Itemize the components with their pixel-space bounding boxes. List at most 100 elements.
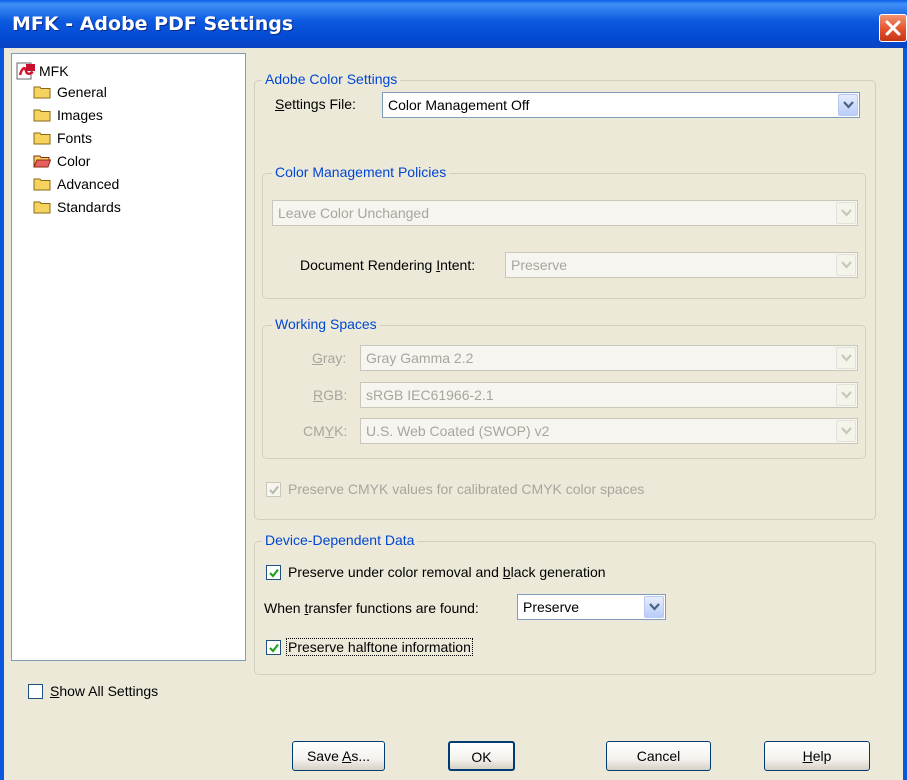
tree-item-label: Advanced — [57, 176, 120, 192]
preserve-halftone-label: Preserve halftone information — [286, 638, 473, 656]
transfer-functions-value: Preserve — [523, 599, 580, 615]
preserve-halftone-checkbox[interactable] — [266, 640, 281, 655]
label-text: lack generation — [510, 564, 606, 580]
tree-item-images[interactable]: Images — [33, 104, 103, 126]
rendering-intent-value: Preserve — [511, 257, 568, 273]
show-all-settings-label: Show All Settings — [50, 683, 158, 699]
rgb-space-select[interactable]: sRGB IEC61966-2.1 — [360, 382, 858, 408]
cmyk-space-select[interactable]: U.S. Web Coated (SWOP) v2 — [360, 418, 858, 444]
transfer-functions-select[interactable]: Preserve — [517, 594, 666, 620]
gray-space-value: Gray Gamma 2.2 — [366, 350, 474, 366]
settings-file-value: Color Management Off — [388, 97, 530, 113]
accelerator-key: H — [802, 748, 813, 764]
folder-icon — [33, 178, 51, 191]
tree-item-label: General — [57, 84, 107, 100]
chevron-down-icon — [841, 261, 852, 269]
checkmark-icon — [269, 643, 279, 653]
chevron-down-icon — [841, 354, 852, 362]
preserve-cmyk-checkbox[interactable] — [266, 482, 281, 497]
cmyk-label: CMYK: — [303, 423, 347, 439]
settings-file-select[interactable]: Color Management Off — [382, 92, 860, 118]
close-icon — [885, 20, 901, 36]
adobe-pdf-icon — [16, 62, 35, 80]
label-text: When — [264, 600, 305, 616]
rgb-label: RGB: — [313, 387, 347, 403]
color-policy-value: Leave Color Unchanged — [278, 205, 429, 221]
tree-item-standards[interactable]: Standards — [33, 196, 121, 218]
label-text: K: — [334, 423, 348, 439]
gray-space-select[interactable]: Gray Gamma 2.2 — [360, 345, 858, 371]
device-dependent-data-legend: Device-Dependent Data — [262, 532, 418, 548]
chevron-down-icon — [841, 427, 852, 435]
color-management-policies-group — [262, 173, 866, 299]
settings-tree[interactable]: MFK General Images Fonts Color Advanced … — [11, 53, 246, 661]
preserve-ucr-bg-checkbox[interactable] — [266, 565, 281, 580]
ok-button[interactable]: OK — [448, 741, 515, 771]
dropdown-button[interactable] — [836, 347, 856, 369]
accelerator-key: G — [312, 350, 323, 366]
accelerator-key: Y — [324, 423, 335, 439]
chevron-down-icon — [841, 391, 852, 399]
help-button[interactable]: Help — [764, 741, 870, 771]
folder-open-icon — [33, 155, 51, 168]
transfer-functions-label: When transfer functions are found: — [264, 600, 479, 616]
label-text: ransfer functions are found: — [308, 600, 479, 616]
tree-item-label: Images — [57, 107, 103, 123]
label-text: ray: — [322, 350, 347, 366]
accelerator-key: b — [502, 564, 511, 580]
color-management-policies-legend: Color Management Policies — [272, 164, 450, 180]
tree-root-label: MFK — [39, 63, 69, 79]
rendering-intent-select[interactable]: Preserve — [505, 252, 858, 278]
preserve-ucr-bg-label: Preserve under color removal and black g… — [288, 564, 606, 580]
accelerator-key: A — [342, 748, 352, 764]
label-text: Preserve under color removal and — [288, 564, 503, 580]
accelerator-key: S — [50, 683, 60, 699]
label-text: elp — [812, 748, 832, 764]
tree-item-label: Color — [57, 153, 91, 169]
label-text: s... — [351, 748, 371, 764]
label-text: CM — [303, 423, 325, 439]
preserve-cmyk-label: Preserve CMYK values for calibrated CMYK… — [288, 481, 645, 497]
window-border-right — [903, 48, 907, 780]
working-spaces-legend: Working Spaces — [272, 316, 380, 332]
accelerator-key: S — [275, 96, 285, 112]
color-policy-select[interactable]: Leave Color Unchanged — [272, 200, 858, 226]
folder-icon — [33, 132, 51, 145]
tree-root-mfk[interactable]: MFK — [16, 60, 69, 82]
chevron-down-icon — [843, 101, 854, 109]
rendering-intent-label: Document Rendering Intent: — [300, 257, 475, 273]
label-text: how All Settings — [59, 683, 159, 699]
show-all-settings-checkbox[interactable] — [28, 684, 43, 699]
adobe-color-settings-legend: Adobe Color Settings — [262, 71, 401, 87]
dropdown-button[interactable] — [838, 94, 858, 116]
label-text: ettings File: — [284, 96, 356, 112]
dropdown-button[interactable] — [836, 384, 856, 406]
label-text: Document Rendering — [300, 257, 437, 273]
settings-file-label: Settings File: — [275, 96, 356, 112]
chevron-down-icon — [841, 209, 852, 217]
window-border-left — [0, 48, 4, 780]
dropdown-button[interactable] — [836, 254, 856, 276]
dropdown-button[interactable] — [836, 420, 856, 442]
window-title: MFK - Adobe PDF Settings — [12, 13, 294, 35]
chevron-down-icon — [649, 603, 660, 611]
cmyk-space-value: U.S. Web Coated (SWOP) v2 — [366, 423, 550, 439]
accelerator-key: R — [313, 387, 324, 403]
checkmark-icon — [269, 485, 279, 495]
gray-label: Gray: — [312, 350, 346, 366]
tree-item-advanced[interactable]: Advanced — [33, 173, 119, 195]
folder-icon — [33, 201, 51, 214]
tree-item-fonts[interactable]: Fonts — [33, 127, 92, 149]
dropdown-button[interactable] — [644, 596, 664, 618]
dropdown-button[interactable] — [836, 202, 856, 224]
folder-icon — [33, 86, 51, 99]
tree-item-label: Fonts — [57, 130, 93, 146]
tree-item-color[interactable]: Color — [33, 150, 90, 172]
label-text: GB: — [323, 387, 348, 403]
cancel-button[interactable]: Cancel — [606, 741, 711, 771]
label-text: Save — [306, 748, 342, 764]
close-button[interactable] — [879, 14, 907, 42]
save-as-button[interactable]: Save As... — [292, 741, 385, 771]
tree-item-general[interactable]: General — [33, 81, 107, 103]
folder-icon — [33, 109, 51, 122]
